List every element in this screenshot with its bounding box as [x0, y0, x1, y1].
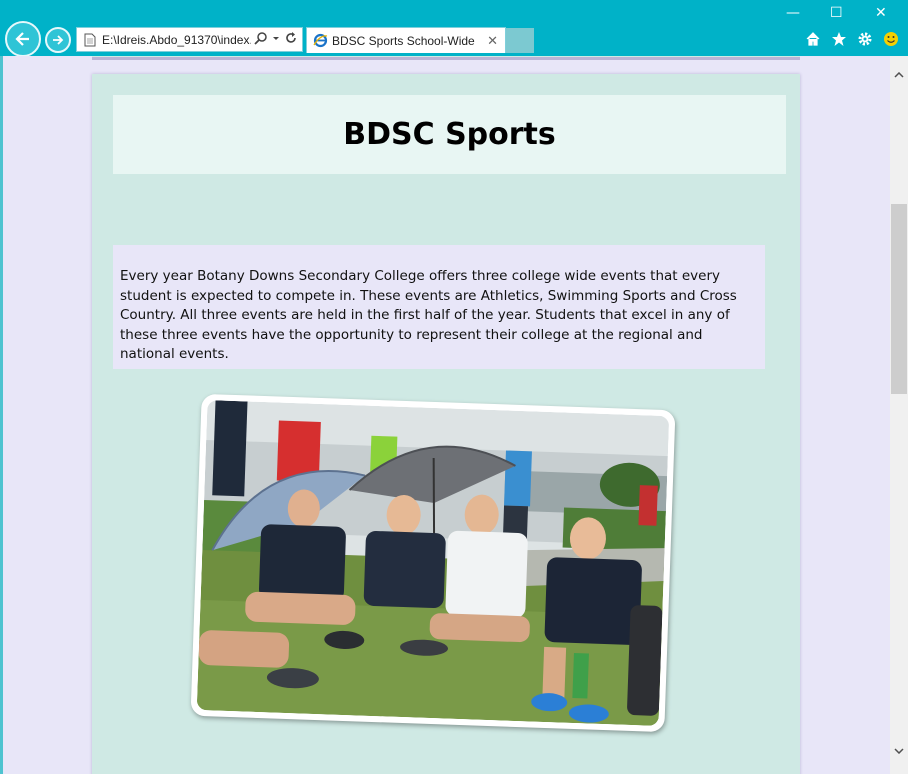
new-tab-button[interactable]: [506, 28, 534, 53]
title-box: BDSC Sports: [113, 95, 786, 174]
vertical-scrollbar[interactable]: [890, 56, 908, 774]
intro-text-box: Every year Botany Downs Secondary Colleg…: [113, 245, 765, 369]
browser-toolbar: E:\Idreis.Abdo_91370\index.h BDSC Sports…: [0, 0, 908, 57]
settings-gear-icon[interactable]: [856, 30, 874, 48]
students-photo: [196, 400, 670, 726]
page-file-icon: [82, 32, 98, 48]
back-button[interactable]: [5, 21, 41, 57]
previous-section-edge: [92, 56, 800, 60]
close-window-button[interactable]: ✕: [875, 5, 887, 21]
forward-arrow-icon: [53, 35, 64, 45]
students-photo-frame: [190, 393, 676, 733]
minimize-button[interactable]: —: [786, 5, 800, 21]
address-text: E:\Idreis.Abdo_91370\index.h: [102, 32, 252, 47]
tab-bdsc-sports[interactable]: BDSC Sports School-Wide ✕: [306, 27, 506, 53]
address-bar[interactable]: E:\Idreis.Abdo_91370\index.h: [76, 27, 303, 52]
maximize-button[interactable]: ☐: [830, 5, 843, 21]
scrollbar-thumb[interactable]: [891, 204, 907, 394]
window-left-border: [0, 56, 3, 774]
page-viewport: BDSC Sports Every year Botany Downs Seco…: [0, 56, 890, 774]
page-title: BDSC Sports: [343, 117, 556, 152]
ie-logo-icon: [312, 33, 328, 49]
home-icon[interactable]: [804, 30, 822, 48]
tab-close-icon[interactable]: ✕: [487, 33, 498, 49]
scroll-up-icon[interactable]: [890, 66, 908, 84]
dropdown-icon[interactable]: [272, 31, 280, 45]
search-icon[interactable]: [254, 31, 268, 45]
back-arrow-icon: [15, 32, 29, 46]
tab-title: BDSC Sports School-Wide: [332, 33, 475, 48]
scroll-down-icon[interactable]: [890, 742, 908, 760]
forward-button[interactable]: [45, 27, 71, 53]
content-card: BDSC Sports Every year Botany Downs Seco…: [92, 74, 800, 774]
refresh-icon[interactable]: [284, 31, 298, 45]
intro-paragraph: Every year Botany Downs Secondary Colleg…: [120, 268, 737, 362]
smiley-feedback-icon[interactable]: [882, 30, 900, 48]
favorites-star-icon[interactable]: [830, 30, 848, 48]
